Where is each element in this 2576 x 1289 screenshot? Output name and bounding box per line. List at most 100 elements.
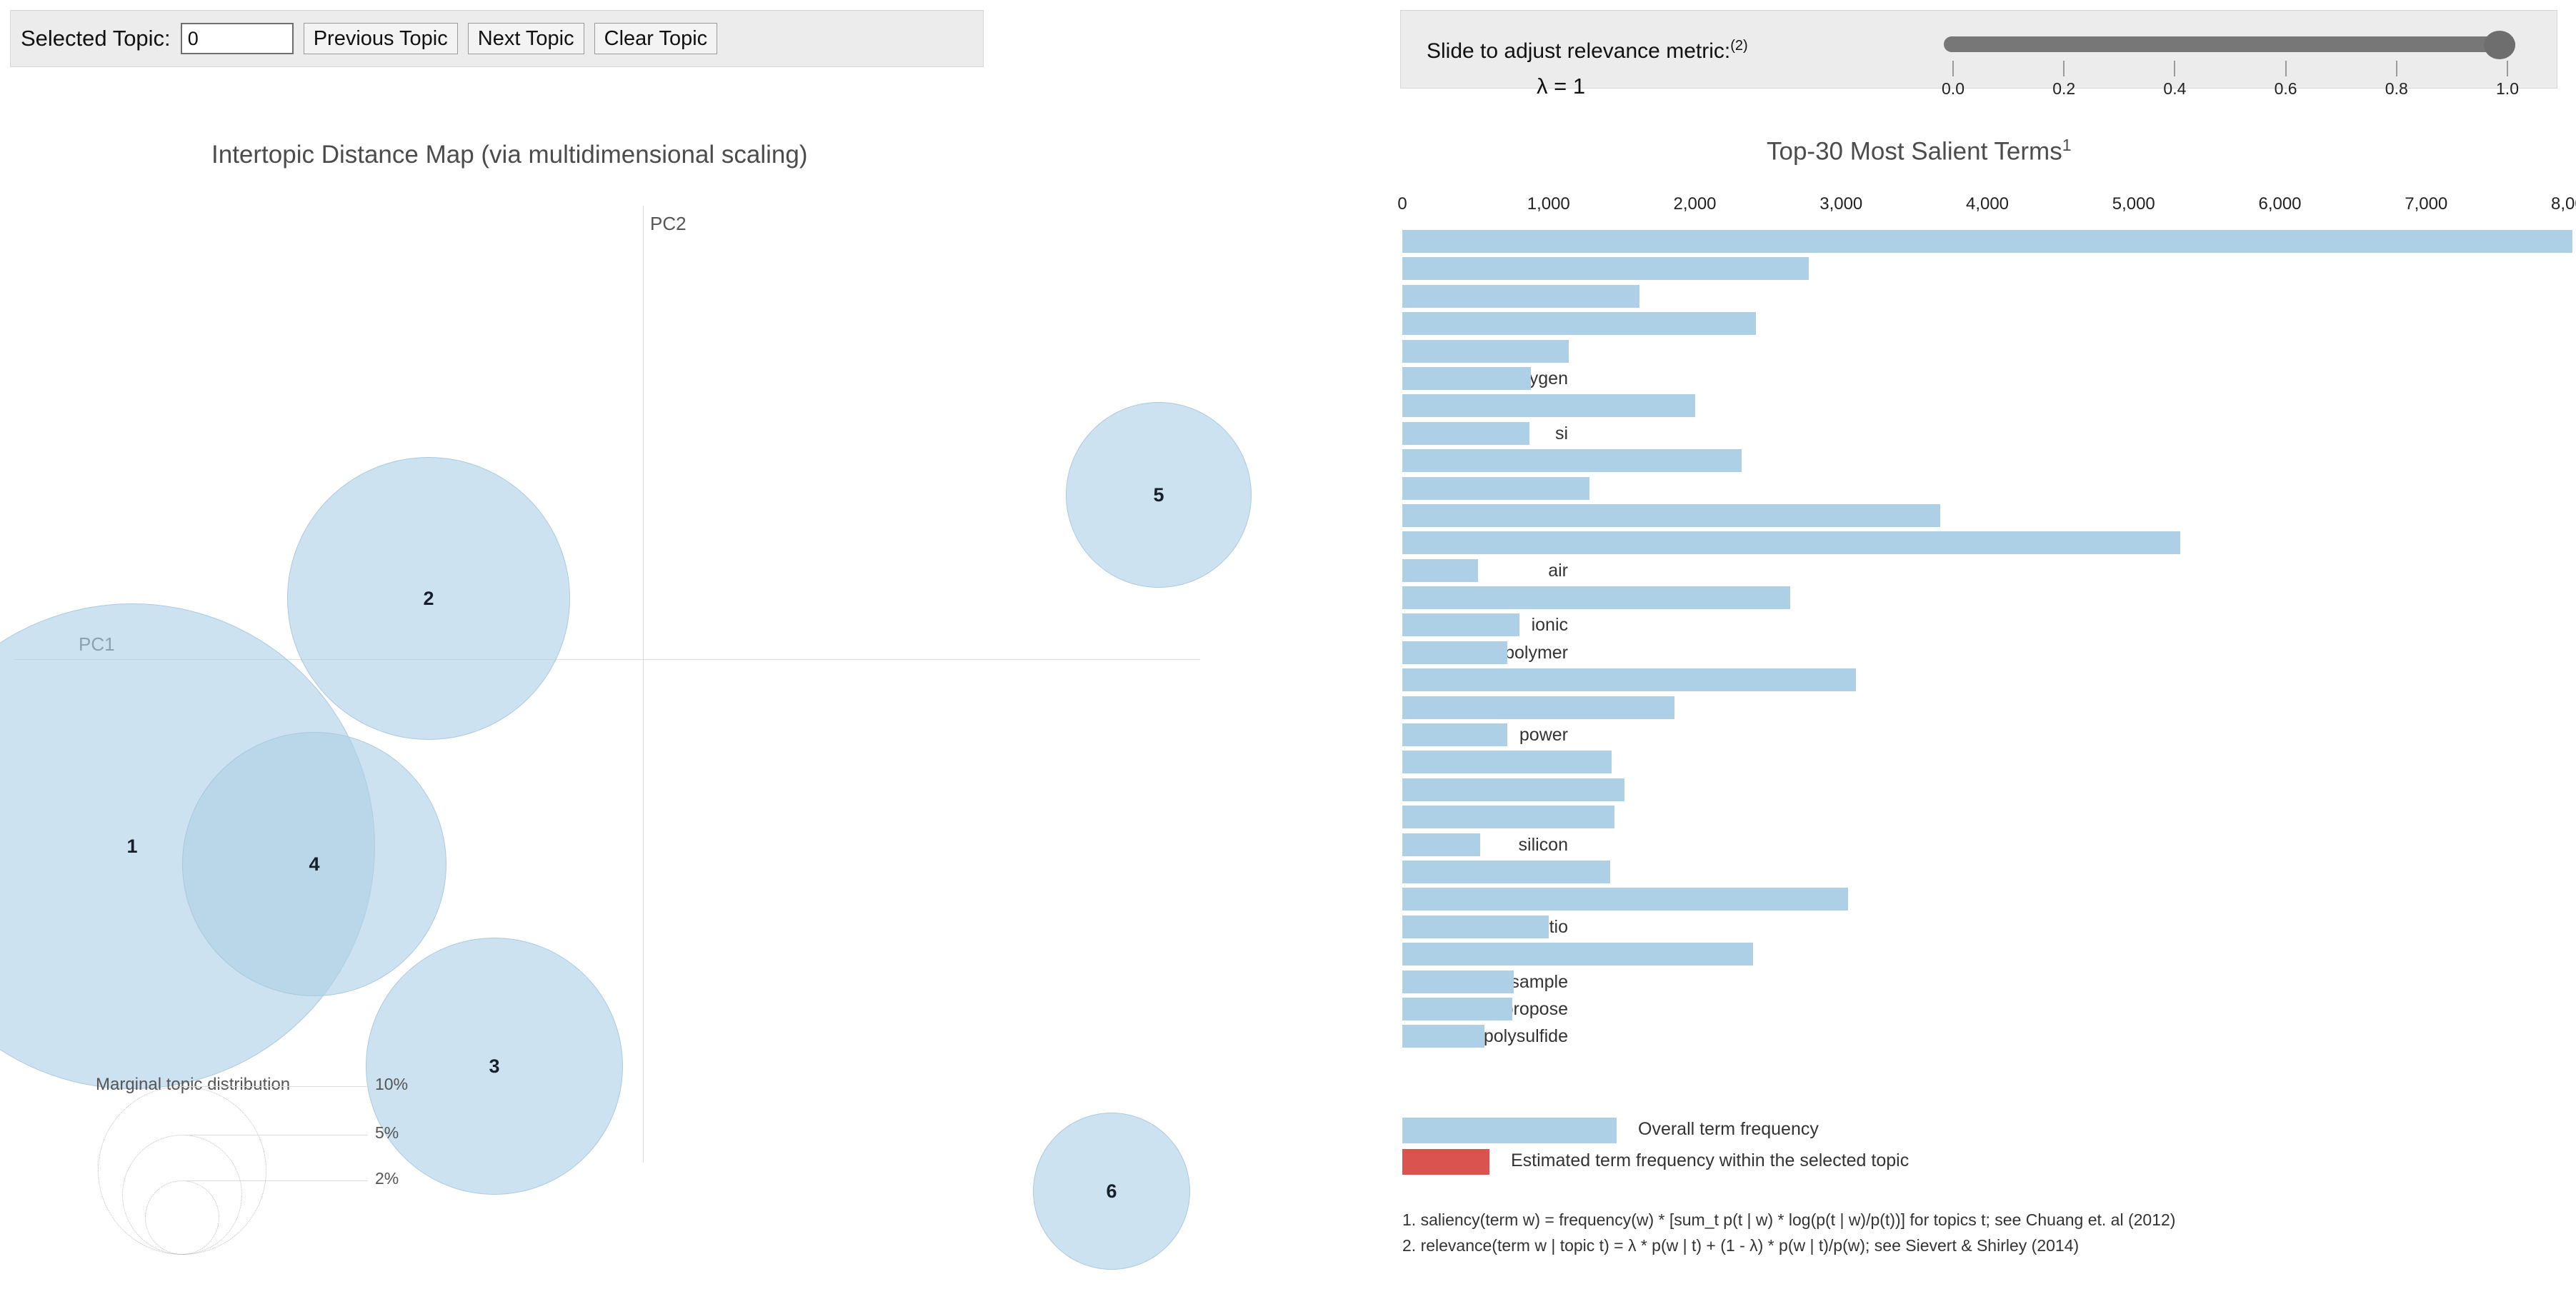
next-topic-button[interactable]: Next Topic bbox=[467, 23, 584, 54]
selected-frequency-label: Estimated term frequency within the sele… bbox=[1511, 1150, 1909, 1170]
term-bar-oxygen[interactable] bbox=[1402, 366, 1532, 390]
term-label-power[interactable]: power bbox=[1519, 725, 1568, 746]
term-bar-row[interactable]: carbon bbox=[1214, 668, 2576, 694]
term-bar-row[interactable]: temperature bbox=[1214, 860, 2576, 886]
term-bar-sulfur[interactable] bbox=[1402, 284, 1639, 308]
term-bar-row[interactable]: model bbox=[1214, 339, 2576, 366]
marginal-leader-line-10% bbox=[182, 1086, 368, 1087]
term-bar-tio[interactable] bbox=[1402, 915, 1549, 938]
term-bar-row[interactable]: electrolyte bbox=[1214, 257, 2576, 283]
terms-legend: Overall term frequency Estimated term fr… bbox=[1402, 1116, 2574, 1255]
lambda-slider-track[interactable] bbox=[1944, 36, 2515, 52]
topic-bubble-4[interactable]: 4 bbox=[182, 732, 446, 996]
term-bar-row[interactable]: polysulfide bbox=[1214, 1025, 2576, 1050]
term-label-polymer[interactable]: polymer bbox=[1504, 643, 1568, 663]
lambda-tick-0.6 bbox=[2285, 61, 2287, 76]
salient-terms-footnote-ref: 1 bbox=[2062, 136, 2072, 154]
term-label-polysulfide[interactable]: polysulfide bbox=[1484, 1026, 1568, 1047]
term-label-ionic[interactable]: ionic bbox=[1532, 615, 1568, 636]
previous-topic-button[interactable]: Previous Topic bbox=[303, 23, 458, 54]
footnote-saliency: 1. saliency(term w) = frequency(w) * [su… bbox=[1402, 1210, 2176, 1229]
term-bar-row[interactable]: composite bbox=[1214, 449, 2576, 475]
term-bar-conductivity[interactable] bbox=[1402, 751, 1612, 774]
lambda-value-display: λ = 1 bbox=[1537, 74, 1586, 99]
marginal-size-label-2%: 2% bbox=[375, 1169, 399, 1188]
term-bar-battery[interactable] bbox=[1402, 230, 2572, 253]
term-bar-row[interactable]: silicon bbox=[1214, 833, 2576, 859]
term-bar-row[interactable]: cell bbox=[1214, 394, 2576, 420]
term-bar-composite[interactable] bbox=[1402, 449, 1742, 473]
term-bar-row[interactable]: air bbox=[1214, 558, 2576, 585]
term-bar-si[interactable] bbox=[1402, 421, 1530, 445]
term-bar-polysulfide[interactable] bbox=[1402, 1025, 1484, 1048]
term-bar-material[interactable] bbox=[1402, 531, 2181, 555]
term-bar-phase[interactable] bbox=[1402, 476, 1590, 500]
term-bar-row[interactable]: polymer bbox=[1214, 641, 2576, 667]
term-label-air[interactable]: air bbox=[1548, 561, 1568, 581]
term-bar-anode[interactable] bbox=[1402, 888, 1849, 911]
lambda-tick-0.0 bbox=[1952, 61, 1954, 76]
term-label-silicon[interactable]: silicon bbox=[1519, 835, 1568, 856]
term-bar-air[interactable] bbox=[1402, 558, 1479, 582]
x-tick-label-2,000: 2,000 bbox=[1673, 194, 1717, 214]
term-bar-row[interactable]: propose bbox=[1214, 997, 2576, 1023]
term-label-propose[interactable]: propose bbox=[1504, 999, 1568, 1020]
term-bar-polymer[interactable] bbox=[1402, 641, 1508, 664]
term-bar-energy[interactable] bbox=[1402, 312, 1757, 336]
x-tick-label-0: 0 bbox=[1397, 194, 1407, 214]
term-bar-row[interactable]: cathode bbox=[1214, 586, 2576, 612]
term-bar-model[interactable] bbox=[1402, 339, 1569, 363]
clear-topic-button[interactable]: Clear Topic bbox=[594, 23, 718, 54]
intertopic-map-title: Intertopic Distance Map (via multidimens… bbox=[211, 141, 808, 169]
term-bar-row[interactable]: use bbox=[1214, 503, 2576, 530]
term-bar-temperature[interactable] bbox=[1402, 860, 1610, 883]
topic-bubble-2[interactable]: 2 bbox=[287, 457, 570, 740]
term-label-si[interactable]: si bbox=[1555, 423, 1568, 444]
term-bar-carbon[interactable] bbox=[1402, 668, 1856, 692]
topic-bubble-6[interactable]: 6 bbox=[1033, 1113, 1190, 1270]
term-label-tio[interactable]: tio bbox=[1549, 917, 1568, 938]
term-bar-row[interactable]: ionic bbox=[1214, 613, 2576, 639]
topic-bubble-label: 1 bbox=[126, 835, 138, 857]
lambda-tick-label-1.0: 1.0 bbox=[2496, 79, 2519, 98]
term-bar-ionic[interactable] bbox=[1402, 613, 1519, 637]
term-bar-row[interactable]: tio bbox=[1214, 915, 2576, 941]
term-bar-method[interactable] bbox=[1402, 696, 1674, 719]
term-bar-row[interactable]: conductivity bbox=[1214, 751, 2576, 776]
topic-control-bar: Selected Topic: Previous Topic Next Topi… bbox=[10, 10, 984, 67]
term-bar-silicon[interactable] bbox=[1402, 833, 1480, 856]
term-bar-row[interactable]: charge bbox=[1214, 943, 2576, 968]
term-bar-row[interactable]: si bbox=[1214, 421, 2576, 448]
term-bar-propose[interactable] bbox=[1402, 997, 1512, 1020]
term-bar-row[interactable]: oxygen bbox=[1214, 366, 2576, 393]
term-bar-sample[interactable] bbox=[1402, 970, 1514, 993]
salient-terms-title-text: Top-30 Most Salient Terms bbox=[1767, 137, 2062, 166]
pc2-axis-label: PC2 bbox=[650, 213, 687, 234]
lambda-slider-handle[interactable] bbox=[2484, 31, 2515, 59]
term-bar-row[interactable]: battery bbox=[1214, 230, 2576, 256]
term-bar-row[interactable]: method bbox=[1214, 696, 2576, 722]
term-bar-row[interactable]: phase bbox=[1214, 476, 2576, 503]
term-bar-use[interactable] bbox=[1402, 503, 1941, 527]
relevance-metric-label: Slide to adjust relevance metric:(2) bbox=[1427, 38, 1748, 64]
term-bar-row[interactable]: material bbox=[1214, 531, 2576, 557]
topic-bubble-label: 2 bbox=[423, 587, 434, 609]
term-bar-row[interactable]: sulfur bbox=[1214, 284, 2576, 311]
term-bar-power[interactable] bbox=[1402, 723, 1508, 747]
selected-topic-input[interactable] bbox=[180, 23, 294, 54]
term-bar-row[interactable]: energy bbox=[1214, 312, 2576, 338]
term-bar-row[interactable]: sample bbox=[1214, 970, 2576, 996]
term-bar-storage[interactable] bbox=[1402, 806, 1614, 829]
term-bar-reaction[interactable] bbox=[1402, 778, 1625, 801]
term-bar-charge[interactable] bbox=[1402, 943, 1754, 966]
term-bar-row[interactable]: storage bbox=[1214, 806, 2576, 831]
term-bar-row[interactable]: reaction bbox=[1214, 778, 2576, 804]
x-tick-label-4,000: 4,000 bbox=[1965, 194, 2010, 214]
term-bar-electrolyte[interactable] bbox=[1402, 257, 1809, 281]
term-bar-row[interactable]: power bbox=[1214, 723, 2576, 749]
lambda-tick-label-0.8: 0.8 bbox=[2385, 79, 2408, 98]
term-bar-cell[interactable] bbox=[1402, 394, 1695, 418]
term-label-sample[interactable]: sample bbox=[1510, 972, 1568, 993]
term-bar-row[interactable]: anode bbox=[1214, 888, 2576, 913]
term-bar-cathode[interactable] bbox=[1402, 586, 1790, 610]
